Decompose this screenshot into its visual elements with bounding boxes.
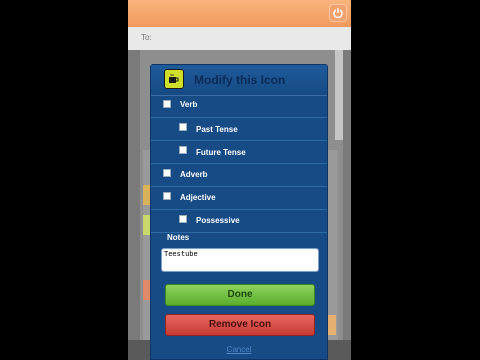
power-icon	[333, 8, 343, 19]
past-tense-checkbox[interactable]	[179, 123, 187, 131]
option-label: Adverb	[180, 170, 208, 179]
verb-checkbox[interactable]	[163, 100, 171, 108]
dialog-header: Modify this Icon	[151, 65, 327, 96]
option-label: Future Tense	[196, 148, 246, 157]
possessive-checkbox[interactable]	[179, 215, 187, 223]
cancel-link[interactable]: Cancel	[151, 345, 327, 354]
option-verb[interactable]: Verb	[151, 95, 327, 118]
option-label: Possessive	[196, 216, 240, 225]
option-label: Verb	[180, 100, 198, 109]
option-label: Adjective	[180, 193, 216, 202]
option-adverb[interactable]: Adverb	[151, 164, 327, 187]
option-future-tense[interactable]: Future Tense	[151, 141, 327, 164]
option-possessive[interactable]: Possessive	[151, 210, 327, 233]
notes-field[interactable]: Teestube	[161, 248, 319, 272]
remove-icon-button[interactable]: Remove Icon	[165, 314, 315, 336]
modify-icon-dialog: Modify this Icon Verb Past Tense Future …	[150, 64, 328, 360]
adverb-checkbox[interactable]	[163, 169, 171, 177]
future-tense-checkbox[interactable]	[179, 146, 187, 154]
to-label: To:	[141, 33, 152, 42]
coffee-cup-icon	[164, 69, 184, 89]
top-bar	[128, 0, 351, 27]
background-tab	[328, 315, 336, 335]
app-screen: To: Modify this Icon Verb Past Tense Fut…	[128, 0, 351, 360]
option-adjective[interactable]: Adjective	[151, 187, 327, 210]
option-label: Past Tense	[196, 125, 238, 134]
power-button[interactable]	[329, 4, 347, 22]
done-button[interactable]: Done	[165, 284, 315, 306]
notes-label: Notes	[167, 233, 190, 242]
to-field[interactable]: To:	[128, 27, 351, 50]
dialog-title: Modify this Icon	[194, 73, 286, 87]
option-past-tense[interactable]: Past Tense	[151, 118, 327, 141]
adjective-checkbox[interactable]	[163, 192, 171, 200]
background-sidebar	[335, 50, 343, 140]
